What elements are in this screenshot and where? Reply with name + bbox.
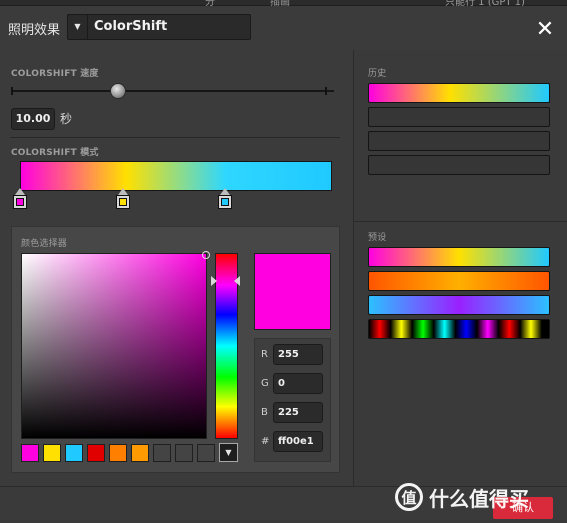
g-input[interactable]: 0 [273,373,323,394]
gradient-stop[interactable] [13,188,27,210]
color-swatch[interactable] [153,444,171,462]
color-swatch[interactable] [197,444,215,462]
gradient-stop[interactable] [116,188,130,210]
close-icon[interactable]: ✕ [533,18,557,42]
watermark-text: 什么值得买 [429,486,529,511]
color-preview [254,253,331,330]
slider-max-tick [325,87,327,95]
watermark: 值 什么值得买 [395,480,529,514]
history-item[interactable] [368,83,550,103]
sv-cursor[interactable] [202,251,210,259]
color-swatch[interactable] [87,444,105,462]
b-label: B [261,407,268,418]
dialog-header: 照明效果 ▼ ColorShift ✕ [0,6,567,50]
effect-dropdown[interactable]: ▼ ColorShift [67,14,251,40]
preset-item[interactable] [368,295,550,315]
color-swatch[interactable] [175,444,193,462]
preset-item[interactable] [368,247,550,267]
history-label: 历史 [368,69,387,79]
presets-label: 预设 [368,233,387,243]
color-picker-label: 颜色选择器 [21,239,68,249]
speed-value-field[interactable]: 10.00 [11,108,55,130]
history-item[interactable] [368,107,550,127]
r-input[interactable]: 255 [273,344,323,365]
pattern-label: COLORSHIFT 模式 [11,148,99,158]
gradient-stop-color [16,198,24,206]
gradient-stop-color [221,198,229,206]
slider-min-tick [11,87,13,95]
preset-item[interactable] [368,319,550,339]
history-item[interactable] [368,131,550,151]
watermark-logo-icon: 值 [395,483,423,511]
speed-slider-track[interactable] [11,90,334,92]
effect-dropdown-value: ColorShift [94,19,168,34]
gradient-stop-color [119,198,127,206]
color-swatch[interactable] [65,444,83,462]
hex-input[interactable]: ff00e1 [273,431,323,452]
section-divider [10,137,340,138]
hue-marker-right[interactable] [234,276,240,286]
preset-item[interactable] [368,271,550,291]
colorshift-gradient-bar[interactable] [20,161,332,191]
color-swatch[interactable] [131,444,149,462]
g-label: G [261,378,269,389]
hex-label: # [261,436,270,447]
speed-slider-handle[interactable] [109,83,126,99]
history-item[interactable] [368,155,550,175]
color-swatch[interactable] [109,444,127,462]
right-divider [354,221,567,222]
color-swatch[interactable] [21,444,39,462]
saturation-value-area[interactable] [21,253,207,439]
gradient-stop[interactable] [218,188,232,210]
hue-marker-left[interactable] [211,276,217,286]
b-input[interactable]: 225 [273,402,323,423]
color-swatch[interactable] [43,444,61,462]
dialog-title: 照明效果 [8,23,61,38]
r-label: R [261,349,268,360]
chevron-down-icon: ▼ [68,15,88,39]
speed-label: COLORSHIFT 速度 [11,69,99,79]
speed-unit: 秒 [60,112,73,126]
swatch-menu-icon[interactable]: ▼ [219,443,238,462]
